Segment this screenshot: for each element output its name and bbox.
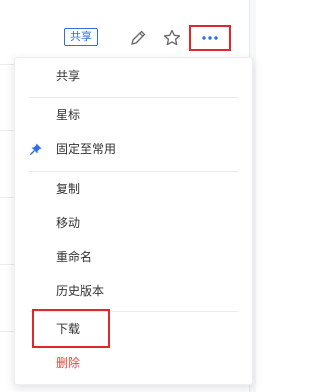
menu-item-label: 共享 — [56, 69, 81, 83]
context-menu: 共享 星标 固定至常用 复制 移动 重命名 历史版本 下载 删除 — [14, 57, 253, 385]
menu-item-label: 历史版本 — [56, 284, 105, 298]
more-horizontal-icon — [202, 36, 218, 40]
pin-icon — [30, 143, 42, 155]
menu-item-pin[interactable]: 固定至常用 — [15, 134, 252, 164]
menu-divider — [29, 171, 238, 172]
menu-item-label: 删除 — [56, 356, 81, 370]
menu-item-label: 下载 — [56, 322, 81, 336]
menu-item-history[interactable]: 历史版本 — [15, 276, 252, 306]
menu-item-label: 星标 — [56, 108, 81, 122]
menu-item-delete[interactable]: 删除 — [15, 348, 252, 378]
menu-item-copy[interactable]: 复制 — [15, 174, 252, 204]
menu-item-label: 复制 — [56, 182, 81, 196]
menu-divider — [29, 311, 238, 312]
menu-item-download[interactable]: 下载 — [15, 314, 252, 344]
menu-item-share[interactable]: 共享 — [15, 61, 252, 91]
menu-item-move[interactable]: 移动 — [15, 208, 252, 238]
menu-item-star[interactable]: 星标 — [15, 100, 252, 130]
menu-item-rename[interactable]: 重命名 — [15, 242, 252, 272]
more-button[interactable] — [189, 25, 231, 51]
menu-item-label: 移动 — [56, 216, 81, 230]
menu-item-label: 重命名 — [56, 250, 93, 264]
star-icon[interactable] — [162, 28, 182, 48]
menu-item-label: 固定至常用 — [56, 142, 117, 156]
share-tag[interactable]: 共享 — [64, 28, 98, 46]
menu-divider — [29, 97, 238, 98]
pencil-icon[interactable] — [128, 28, 148, 48]
